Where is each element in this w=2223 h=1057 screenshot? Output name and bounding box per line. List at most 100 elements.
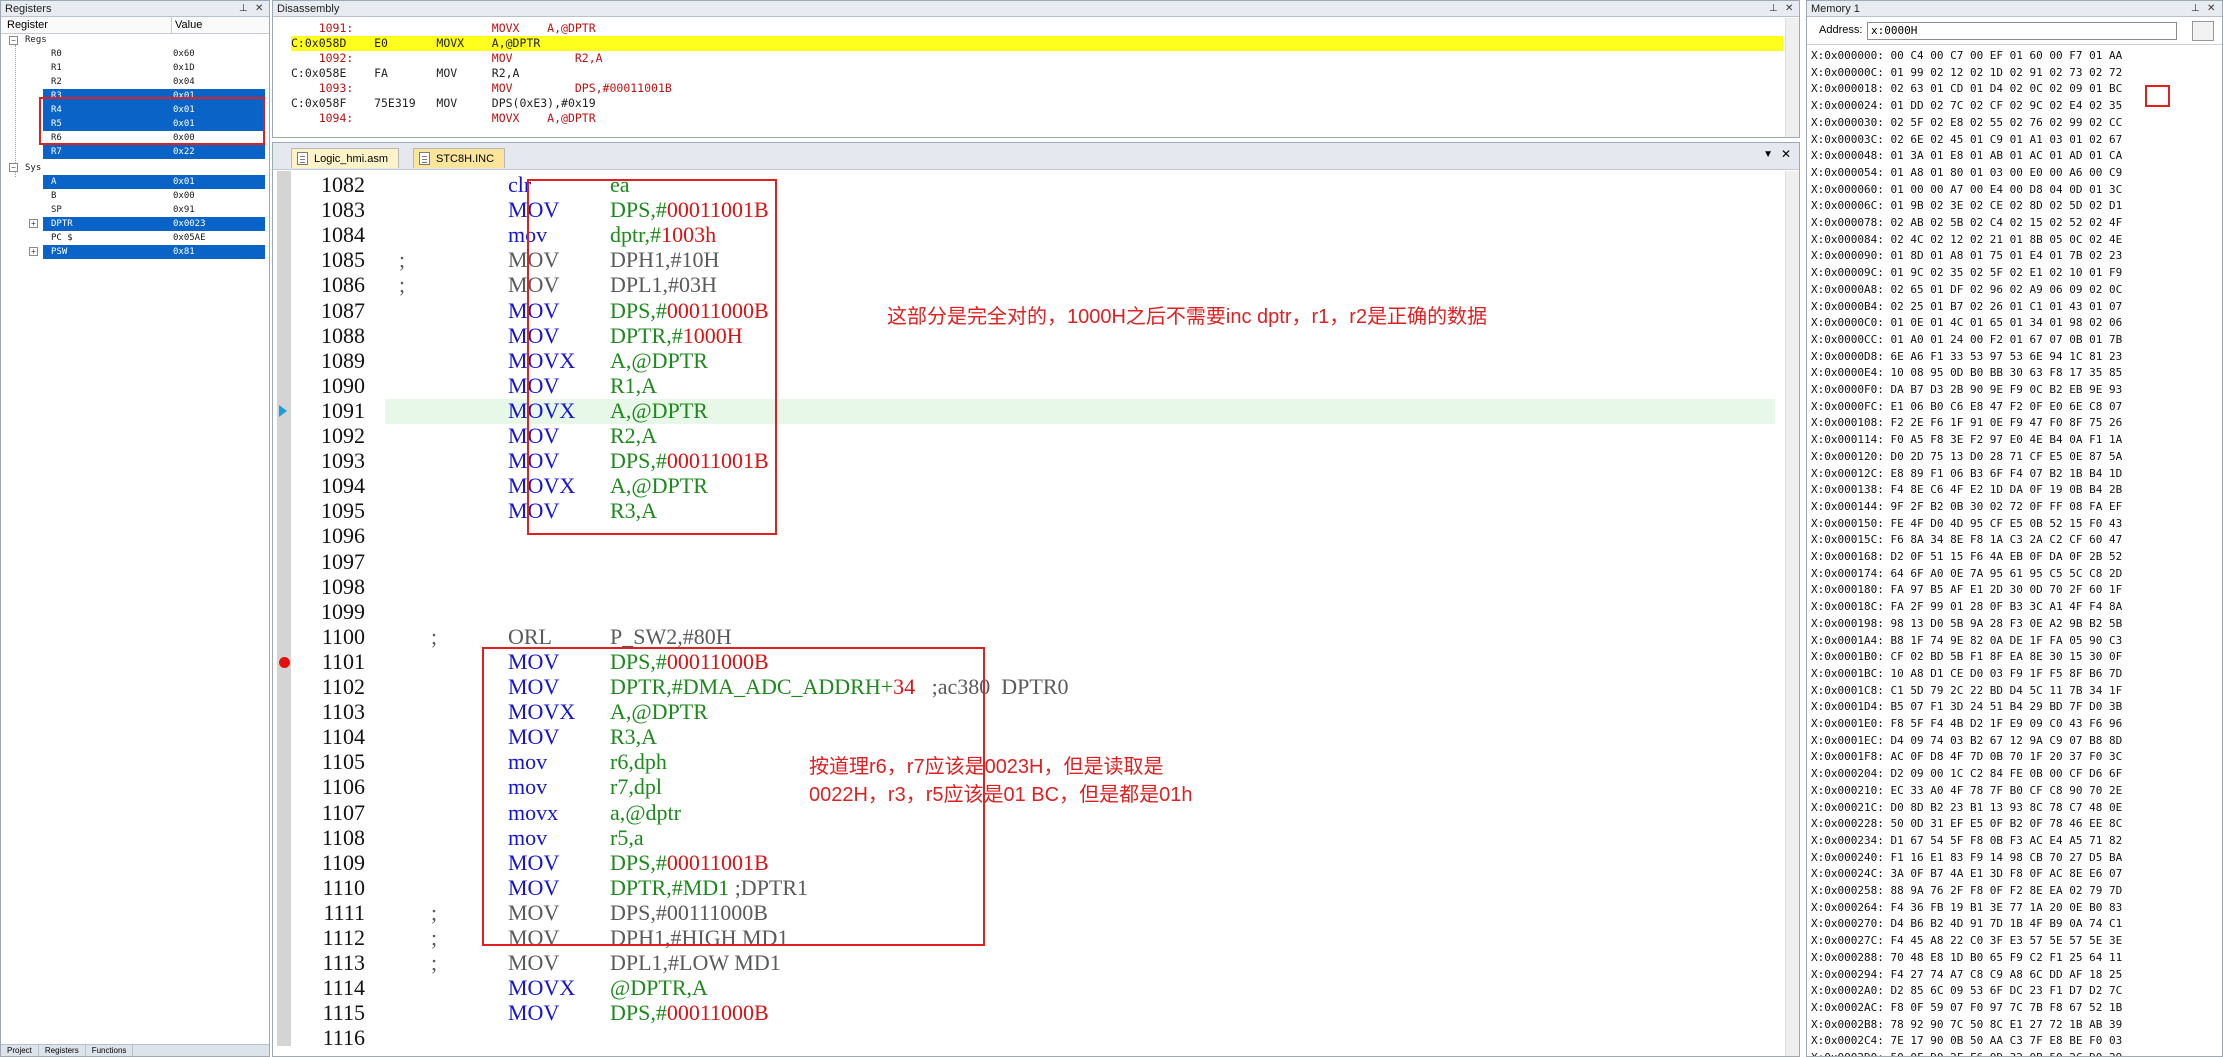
memory-row[interactable]: X:0x000018: 02 63 01 CD 01 D4 02 0C 02 0… [1811,80,2122,97]
memory-row[interactable]: X:0x000234: D1 67 54 5F F8 0B F3 AC E4 A… [1811,832,2122,849]
memory-row[interactable]: X:0x0002D0: 50 0F D0 2F F6 0D 32 0B 50 2… [1811,1049,2122,1056]
memory-row[interactable]: X:0x000054: 01 A8 01 80 01 03 00 E0 00 A… [1811,164,2122,181]
expand-icon[interactable]: + [29,219,38,228]
register-row-r1[interactable]: R1 0x1D [1,61,269,75]
memory-row[interactable]: X:0x0000D8: 6E A6 F1 33 53 97 53 6E 94 1… [1811,348,2122,365]
close-icon[interactable]: ✕ [1785,1,1793,17]
close-icon[interactable]: ✕ [1781,147,1791,161]
pin-icon[interactable]: ⊥ [1769,1,1778,17]
memory-row[interactable]: X:0x00000C: 01 99 02 12 02 1D 02 91 02 7… [1811,64,2122,81]
memory-row[interactable]: X:0x0000C0: 01 0E 01 4C 01 65 01 34 01 9… [1811,314,2122,331]
memory-row[interactable]: X:0x0001D4: B5 07 F1 3D 24 51 B4 29 BD 7… [1811,698,2122,715]
memory-row[interactable]: X:0x000150: FE 4F D0 4D 95 CF E5 0B 52 1… [1811,515,2122,532]
disassembly-scrollbar[interactable] [1785,18,1799,137]
memory-row[interactable]: X:0x000114: F0 A5 F8 3E F2 97 E0 4E B4 0… [1811,431,2122,448]
pin-icon[interactable]: ⊥ [2191,1,2200,17]
memory-row[interactable]: X:0x00018C: FA 2F 99 01 28 0F B3 3C A1 4… [1811,598,2122,615]
memory-row[interactable]: X:0x0000A8: 02 65 01 DF 02 96 02 A9 06 0… [1811,281,2122,298]
register-row-dptr[interactable]: DPTR 0x0023 [43,217,265,231]
memory-row[interactable]: X:0x000294: F4 27 74 A7 C8 C9 A8 6C DD A… [1811,966,2122,983]
lock-icon[interactable] [2192,21,2214,41]
memory-row[interactable]: X:0x0002B8: 78 92 90 7C 50 8C E1 27 72 1… [1811,1016,2122,1033]
disassembly-line[interactable]: C:0x058E FA MOV R2,A [291,66,519,81]
pin-icon[interactable]: ⊥ [239,1,248,17]
memory-row[interactable]: X:0x0001B0: CF 02 BD 5B F1 8F EA 8E 30 1… [1811,648,2122,665]
memory-row[interactable]: X:0x000024: 01 DD 02 7C 02 CF 02 9C 02 E… [1811,97,2122,114]
register-row-sp[interactable]: SP 0x91 [1,203,269,217]
disassembly-line[interactable]: C:0x058F 75E319 MOV DPS(0xE3),#0x19 [291,96,596,111]
value-column-header[interactable]: Value [171,17,202,34]
memory-row[interactable]: X:0x000000: 00 C4 00 C7 00 EF 01 60 00 F… [1811,47,2122,64]
memory-row[interactable]: X:0x0002A0: D2 85 6C 09 53 6F DC 23 F1 D… [1811,982,2122,999]
memory-row[interactable]: X:0x00015C: F6 8A 34 8E F8 1A C3 2A C2 C… [1811,531,2122,548]
memory-row[interactable]: X:0x0001EC: D4 09 74 03 B2 67 12 9A C9 0… [1811,732,2122,749]
close-icon[interactable]: ✕ [255,1,263,17]
memory-row[interactable]: X:0x0000B4: 02 25 01 B7 02 26 01 C1 01 4… [1811,298,2122,315]
memory-row[interactable]: X:0x000210: EC 33 A0 4F 78 7F B0 CF C8 9… [1811,782,2122,799]
expand-icon[interactable]: + [29,247,38,256]
memory-row[interactable]: X:0x000120: D0 2D 75 13 D0 28 71 CF E5 0… [1811,448,2122,465]
memory-row[interactable]: X:0x0000E4: 10 08 95 0D B0 BB 30 63 F8 1… [1811,364,2122,381]
memory-row[interactable]: X:0x00027C: F4 45 A8 22 C0 3F E3 57 5E 5… [1811,932,2122,949]
memory-row[interactable]: X:0x00012C: E8 89 F1 06 B3 6F F4 07 B2 1… [1811,465,2122,482]
memory-row[interactable]: X:0x0002AC: F8 0F 59 07 F0 97 7C 7B F8 6… [1811,999,2122,1016]
group-regs[interactable]: Regs [1,33,269,47]
memory-row[interactable]: X:0x000090: 01 8D 01 A8 01 75 01 E4 01 7… [1811,247,2122,264]
memory-row[interactable]: X:0x000078: 02 AB 02 5B 02 C4 02 15 02 5… [1811,214,2122,231]
tab-functions[interactable]: Functions [86,1045,134,1056]
close-icon[interactable]: ✕ [2207,1,2215,17]
memory-row[interactable]: X:0x00009C: 01 9C 02 35 02 5F 02 E1 02 1… [1811,264,2122,281]
memory-row[interactable]: X:0x00021C: D0 8D B2 23 B1 13 93 8C 78 C… [1811,799,2122,816]
memory-row[interactable]: X:0x0001E0: F8 5F F4 4B D2 1F E9 09 C0 4… [1811,715,2122,732]
memory-row[interactable]: X:0x000204: D2 09 00 1C C2 84 FE 0B 00 C… [1811,765,2122,782]
register-row-b[interactable]: B 0x00 [1,189,269,203]
collapse-icon[interactable]: − [9,163,18,172]
memory-row[interactable]: X:0x000270: D4 B6 B2 4D 91 7D 1B 4F B9 0… [1811,915,2122,932]
disassembly-line[interactable]: 1094: MOVX A,@DPTR [291,111,596,126]
memory-row[interactable]: X:0x000288: 70 48 E8 1D B0 65 F9 C2 F1 2… [1811,949,2122,966]
memory-row[interactable]: X:0x0001C8: C1 5D 79 2C 22 BD D4 5C 11 7… [1811,682,2122,699]
memory-row[interactable]: X:0x000030: 02 5F 02 E8 02 55 02 76 02 9… [1811,114,2122,131]
register-row-r7[interactable]: R7 0x22 [43,145,265,159]
memory-row[interactable]: X:0x000138: F4 8E C6 4F E2 1D DA 0F 19 0… [1811,481,2122,498]
memory-row[interactable]: X:0x000264: F4 36 FB 19 B1 3E 77 1A 20 0… [1811,899,2122,916]
disassembly-line[interactable]: C:0x058D E0 MOVX A,@DPTR [291,36,1783,51]
memory-row[interactable]: X:0x0001F8: AC 0F D8 4F 7D 0B 70 1F 20 3… [1811,748,2122,765]
tab-project[interactable]: Project [1,1045,39,1056]
editor-scrollbar[interactable] [1785,171,1799,1056]
memory-row[interactable]: X:0x0000FC: E1 06 B0 C6 E8 47 F2 0F E0 6… [1811,398,2122,415]
memory-row[interactable]: X:0x000258: 88 9A 76 2F F8 0F F2 8E EA 0… [1811,882,2122,899]
memory-row[interactable]: X:0x0001BC: 10 A8 D1 CE D0 03 F9 1F F5 8… [1811,665,2122,682]
memory-row[interactable]: X:0x0001A4: B8 1F 74 9E 82 0A DE 1F FA 0… [1811,632,2122,649]
chevron-down-icon[interactable]: ▼ [1763,149,1773,160]
disassembly-line[interactable]: 1091: MOVX A,@DPTR [291,21,596,36]
tab-stc8h-inc[interactable]: STC8H.INC [413,148,506,168]
memory-row[interactable]: X:0x000228: 50 0D 31 EF E5 0F B2 0F 78 4… [1811,815,2122,832]
memory-row[interactable]: X:0x000198: 98 13 D0 5B 9A 28 F3 0E A2 9… [1811,615,2122,632]
memory-row[interactable]: X:0x000144: 9F 2F B2 0B 30 02 72 0F FF 0… [1811,498,2122,515]
memory-row[interactable]: X:0x000084: 02 4C 02 12 02 21 01 8B 05 0… [1811,231,2122,248]
register-row-r2[interactable]: R2 0x04 [1,75,269,89]
collapse-icon[interactable]: − [9,36,18,45]
memory-row[interactable]: X:0x000108: F2 2E F6 1F 91 0E F9 47 F0 8… [1811,414,2122,431]
memory-row[interactable]: X:0x00024C: 3A 0F B7 4A E1 3D F8 0F AC 8… [1811,865,2122,882]
memory-row[interactable]: X:0x000060: 01 00 00 A7 00 E4 00 D8 04 0… [1811,181,2122,198]
memory-row[interactable]: X:0x0000F0: DA B7 D3 2B 90 9E F9 0C B2 E… [1811,381,2122,398]
register-row-pc[interactable]: PC $ 0x05AE [1,231,269,245]
memory-row[interactable]: X:0x000168: D2 0F 51 15 F6 4A EB 0F DA 0… [1811,548,2122,565]
register-row-psw[interactable]: PSW 0x81 [43,245,265,259]
disassembly-line[interactable]: 1092: MOV R2,A [291,51,603,66]
memory-row[interactable]: X:0x0000CC: 01 A0 01 24 00 F2 01 67 07 0… [1811,331,2122,348]
memory-row[interactable]: X:0x00006C: 01 9B 02 3E 02 CE 02 8D 02 5… [1811,197,2122,214]
register-column-header[interactable]: Register [7,17,48,34]
memory-row[interactable]: X:0x0002C4: 7E 17 90 0B 50 AA C3 7F E8 B… [1811,1032,2122,1049]
register-row-a[interactable]: A 0x01 [43,175,265,189]
tab-registers[interactable]: Registers [39,1045,86,1056]
memory-row[interactable]: X:0x000180: FA 97 B5 AF E1 2D 30 0D 70 2… [1811,581,2122,598]
memory-row[interactable]: X:0x000048: 01 3A 01 E8 01 AB 01 AC 01 A… [1811,147,2122,164]
tab-logic-hmi-asm[interactable]: Logic_hmi.asm [291,148,399,168]
address-input[interactable]: x:0000H [1867,22,2177,40]
group-sys[interactable]: Sys [1,161,269,175]
register-row-r0[interactable]: R0 0x60 [1,47,269,61]
memory-row[interactable]: X:0x000240: F1 16 E1 83 F9 14 98 CB 70 2… [1811,849,2122,866]
